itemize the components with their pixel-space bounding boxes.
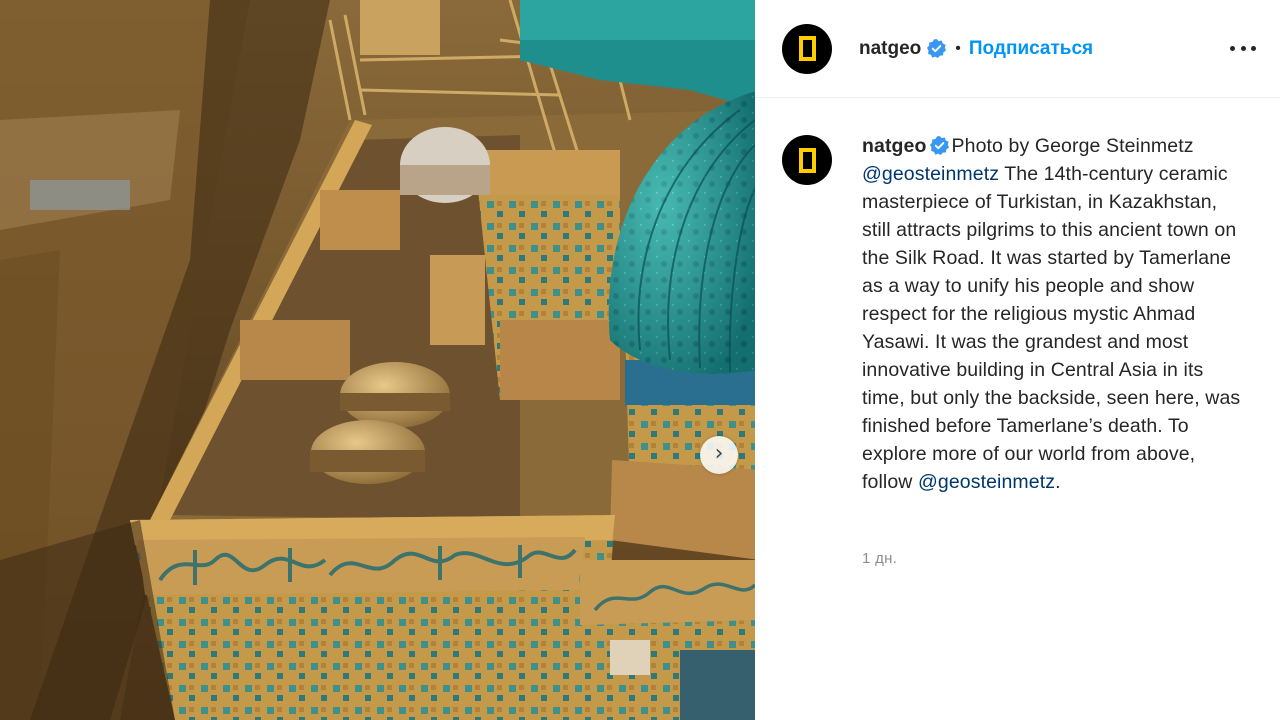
mention-link[interactable]: @geosteinmetz [918, 471, 1055, 493]
avatar[interactable] [782, 23, 832, 74]
mention-link[interactable]: @geosteinmetz [862, 163, 999, 185]
caption-username[interactable]: natgeo [862, 135, 927, 157]
post-sidebar: natgeo • Подписаться natgeo Photo by Geor… [755, 0, 1280, 720]
caption-comment: natgeo Photo by George Steinmetz @geostei… [782, 132, 1252, 496]
caption-credit: Photo by George Steinmetz [951, 135, 1194, 157]
mausoleum-photo [0, 0, 755, 720]
natgeo-logo-icon [798, 36, 816, 61]
post-timestamp[interactable]: 1 дн. [862, 550, 897, 567]
username-link[interactable]: natgeo [859, 38, 921, 60]
next-photo-button[interactable]: › [700, 436, 738, 474]
post-photo[interactable]: › [0, 0, 755, 720]
header-separator: • [955, 39, 961, 57]
chevron-right-icon: › [714, 441, 724, 466]
more-options-icon[interactable] [1230, 36, 1256, 60]
instagram-post: › natgeo • Подписаться natgeo Photo by Ge… [0, 0, 1280, 720]
caption-body: The 14th-century ceramic masterpiece of … [862, 163, 1241, 493]
post-header: natgeo • Подписаться [755, 0, 1280, 98]
follow-button[interactable]: Подписаться [969, 38, 1093, 60]
caption-end: . [1055, 471, 1061, 493]
verified-badge-icon [929, 136, 949, 155]
natgeo-logo-icon [798, 147, 816, 173]
avatar[interactable] [782, 135, 832, 185]
caption-text: natgeo Photo by George Steinmetz @geostei… [862, 132, 1242, 496]
verified-badge-icon [927, 39, 947, 58]
